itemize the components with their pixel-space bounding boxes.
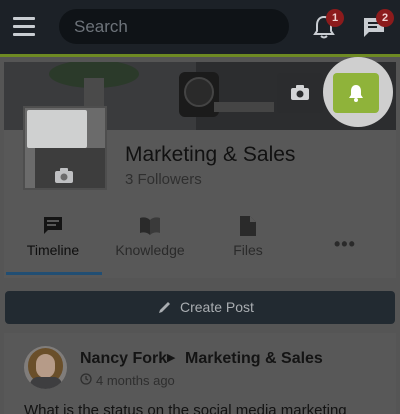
camera-icon	[291, 85, 309, 100]
post-author-link[interactable]: Nancy Fork	[80, 350, 167, 368]
group-followers[interactable]: 3 Followers	[125, 171, 202, 188]
tab-label: Knowledge	[115, 242, 185, 258]
author-avatar[interactable]	[24, 346, 67, 389]
clock-icon	[80, 373, 92, 385]
bell-icon	[349, 85, 363, 102]
post-body-text: What is the status on the social media m…	[24, 402, 347, 414]
search-input[interactable]: Search	[59, 9, 289, 44]
caret-right-icon: ▶	[167, 352, 176, 364]
post-group-link[interactable]: Marketing & Sales	[185, 350, 323, 368]
tab-label: Timeline	[26, 242, 80, 258]
timeline-icon	[44, 217, 62, 234]
notification-count-badge: 1	[326, 9, 344, 27]
message-count-badge: 2	[376, 9, 394, 27]
post-timestamp: 4 months ago	[96, 373, 175, 388]
group-title: Marketing & Sales	[125, 143, 296, 166]
menu-icon[interactable]	[13, 17, 35, 37]
more-tabs-icon[interactable]: •••	[334, 234, 356, 255]
follow-notifications-button[interactable]	[333, 73, 379, 113]
active-tab-indicator	[6, 272, 102, 275]
create-post-label: Create Post	[180, 299, 254, 315]
create-post-button[interactable]: Create Post	[5, 291, 395, 324]
pencil-icon	[159, 302, 170, 313]
accent-line	[0, 54, 400, 57]
tab-knowledge[interactable]: Knowledge	[112, 216, 188, 260]
tab-label: Files	[233, 242, 263, 258]
change-avatar-camera-icon[interactable]	[55, 168, 73, 183]
tab-timeline[interactable]: Timeline	[14, 216, 92, 260]
search-placeholder: Search	[74, 17, 128, 36]
tab-files[interactable]: Files	[222, 216, 274, 260]
book-icon	[140, 217, 160, 235]
change-cover-button[interactable]	[277, 73, 323, 113]
file-icon	[240, 216, 256, 236]
